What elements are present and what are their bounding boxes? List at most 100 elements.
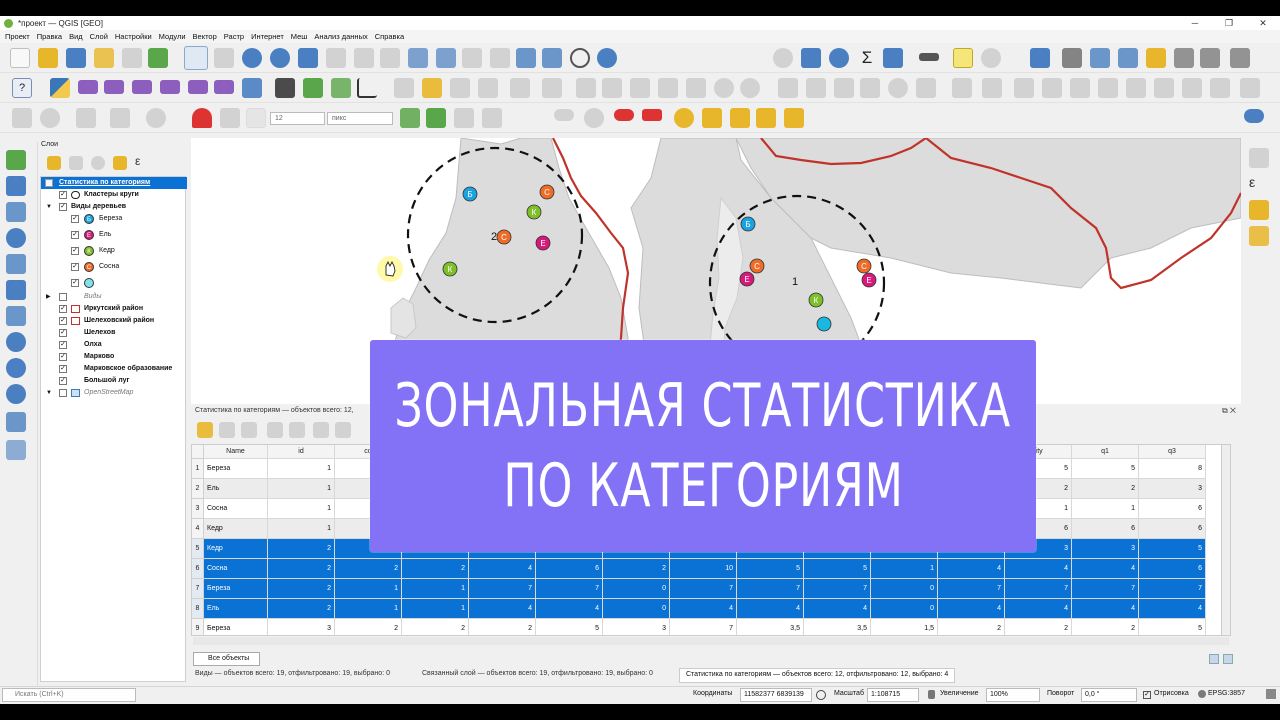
label-highlight-icon[interactable]	[614, 109, 634, 121]
table-cell[interactable]: 3,5	[737, 619, 804, 635]
new-print-layout-icon[interactable]	[94, 48, 114, 68]
table-cell[interactable]: 5	[1139, 539, 1206, 559]
zoom-next-icon[interactable]	[436, 48, 456, 68]
table-cell[interactable]: 4	[804, 599, 871, 619]
label-visibility-icon[interactable]	[702, 108, 722, 128]
map-point[interactable]: Б	[740, 216, 756, 232]
fill-polygon-icon[interactable]	[1240, 78, 1260, 98]
map-point[interactable]: К	[526, 204, 542, 220]
table-row[interactable]: 7 Береза 2 1 1 7 7 0 7 7 7 0 7 7 7 7	[192, 579, 1230, 599]
reshape-icon[interactable]	[1154, 78, 1174, 98]
table-cell[interactable]: 2	[1072, 479, 1139, 499]
table-cell[interactable]: 1,5	[871, 619, 938, 635]
layer-checkbox[interactable]: ✓	[71, 247, 79, 255]
menu-raster[interactable]: Растр	[224, 32, 244, 41]
paste-icon[interactable]	[686, 78, 706, 98]
table-cell[interactable]: 2	[402, 619, 469, 635]
table-cell[interactable]: 1	[335, 579, 402, 599]
label-props-icon[interactable]	[784, 108, 804, 128]
redo-icon[interactable]	[740, 78, 760, 98]
layer-item[interactable]: ✓ Марково	[41, 351, 187, 363]
vertical-scrollbar[interactable]	[1221, 445, 1230, 635]
cut-icon[interactable]	[313, 422, 329, 438]
messages-icon[interactable]	[1266, 689, 1276, 699]
table-cell[interactable]: 2	[402, 559, 469, 579]
table-cell[interactable]: 5	[1139, 619, 1206, 635]
map-point[interactable]: Б	[462, 186, 478, 202]
style-manager-icon[interactable]	[148, 48, 168, 68]
menu-edit[interactable]: Правка	[37, 32, 62, 41]
table-cell[interactable]: 6	[1072, 519, 1139, 539]
table-cell[interactable]: 5	[804, 559, 871, 579]
new-3d-view-icon[interactable]	[490, 48, 510, 68]
column-header[interactable]: q3	[1139, 445, 1206, 459]
expand-chevron-icon[interactable]: ▶	[46, 291, 51, 303]
advanced-digitize-icon[interactable]	[778, 78, 798, 98]
category-item[interactable]: ✓ С Сосна	[41, 261, 187, 273]
table-cell[interactable]: 2	[603, 559, 670, 579]
row-number[interactable]: 7	[192, 579, 204, 599]
digitize-curve-icon[interactable]	[510, 78, 530, 98]
menu-vector[interactable]: Вектор	[193, 32, 217, 41]
copy-icon[interactable]	[335, 422, 351, 438]
raster-tools-icon[interactable]	[110, 108, 130, 128]
plugin-4-icon[interactable]	[160, 80, 180, 94]
layout-manager-icon[interactable]	[122, 48, 142, 68]
label-change-icon[interactable]	[756, 108, 776, 128]
layer-item[interactable]: ✓ Большой луг	[41, 375, 187, 387]
label-abc-icon[interactable]	[642, 109, 662, 121]
save-project-icon[interactable]	[66, 48, 86, 68]
layer-props-icon[interactable]	[1249, 226, 1269, 246]
column-header[interactable]: id	[268, 445, 335, 459]
split-feature-icon[interactable]	[834, 78, 854, 98]
table-cell[interactable]: 4	[1139, 599, 1206, 619]
layer-item[interactable]: ✓ Олха	[41, 339, 187, 351]
layer-item[interactable]: ✓ Шелеховский район	[41, 315, 187, 327]
table-cell[interactable]: Сосна	[204, 499, 268, 519]
vector-tools-icon[interactable]	[12, 108, 32, 128]
table-cell[interactable]: 3	[603, 619, 670, 635]
table-cell[interactable]: 7	[804, 579, 871, 599]
maximize-button[interactable]: ❐	[1212, 16, 1246, 30]
row-number[interactable]: 2	[192, 479, 204, 499]
simplify-icon[interactable]	[982, 78, 1002, 98]
new-map-view-icon[interactable]	[462, 48, 482, 68]
python-console-icon[interactable]	[50, 78, 70, 98]
layer-checkbox[interactable]: ✓	[59, 329, 67, 337]
table-cell[interactable]: 4	[670, 599, 737, 619]
menu-layer[interactable]: Слой	[90, 32, 108, 41]
digitize-icon[interactable]	[275, 78, 295, 98]
table-cell[interactable]: 8	[1139, 459, 1206, 479]
snapping-magnet-icon[interactable]	[192, 108, 212, 128]
map-point[interactable]: С	[539, 184, 555, 200]
table-cell[interactable]: 2	[469, 619, 536, 635]
expression-icon[interactable]: ε	[1249, 174, 1269, 194]
table-cell[interactable]: 1	[1072, 499, 1139, 519]
plugin-2-icon[interactable]	[104, 80, 124, 94]
bookmark-icon[interactable]	[516, 48, 536, 68]
table-cell[interactable]: Сосна	[204, 559, 268, 579]
processing-icon[interactable]	[146, 108, 166, 128]
table-cell[interactable]: Кедр	[204, 539, 268, 559]
menu-view[interactable]: Вид	[69, 32, 83, 41]
category-item[interactable]: ✓ Е Ель	[41, 229, 187, 241]
table-cell[interactable]: 5	[1072, 459, 1139, 479]
layer-checkbox[interactable]: ✓	[59, 191, 67, 199]
menu-project[interactable]: Проект	[5, 32, 30, 41]
favorite-star-icon[interactable]	[1146, 48, 1166, 68]
table-cell[interactable]: 2	[268, 559, 335, 579]
menu-plugins[interactable]: Модули	[159, 32, 186, 41]
table-cell[interactable]: 2	[268, 539, 335, 559]
locator-search-input[interactable]: Искать (Ctrl+K)	[2, 688, 136, 702]
table-cell[interactable]: Береза	[204, 579, 268, 599]
map-point[interactable]: С	[856, 258, 872, 274]
table-cell[interactable]: 4	[737, 599, 804, 619]
add-wms-icon[interactable]	[6, 332, 26, 352]
pan-to-selection-icon[interactable]	[214, 48, 234, 68]
add-feature-icon[interactable]	[267, 422, 283, 438]
add-ring-icon[interactable]	[1014, 78, 1034, 98]
snap-units-select[interactable]: пикс	[327, 112, 393, 125]
zoom-last-icon[interactable]	[408, 48, 428, 68]
zoom-out-icon[interactable]	[270, 48, 290, 68]
category-item[interactable]: ✓	[41, 277, 187, 289]
